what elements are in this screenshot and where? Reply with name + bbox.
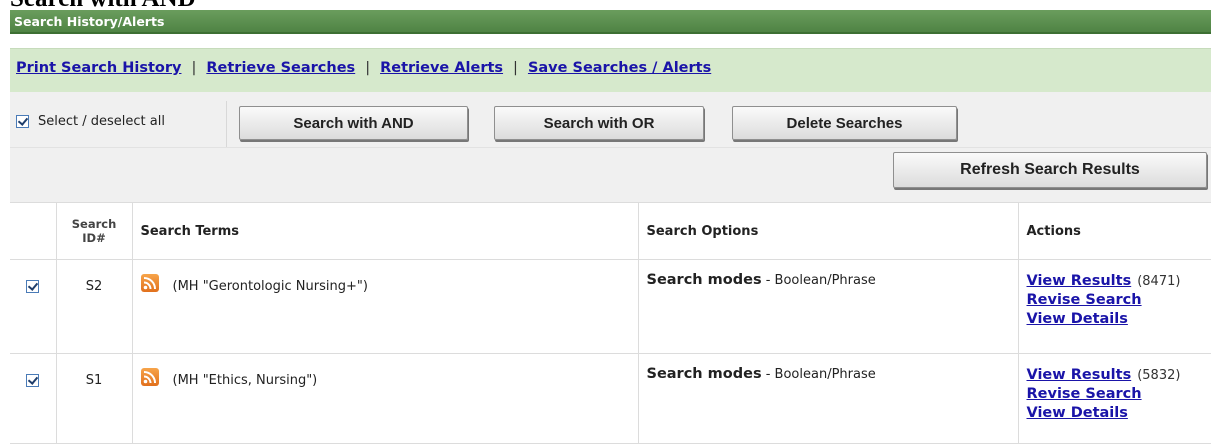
row-search-terms: (MH "Gerontologic Nursing+") xyxy=(132,259,639,354)
rss-feed-icon[interactable] xyxy=(140,368,159,386)
retrieve-searches-link[interactable]: Retrieve Searches xyxy=(206,60,355,76)
search-modes-label: Search modes xyxy=(646,272,762,288)
search-term-text: (MH "Gerontologic Nursing+") xyxy=(172,279,368,294)
search-modes-label: Search modes xyxy=(646,366,762,382)
table-row: S2 (MH "Gerontologic Nursing+") Search m… xyxy=(10,259,1211,354)
search-with-and-button[interactable]: Search with AND xyxy=(239,106,468,140)
select-all-label: Select / deselect all xyxy=(38,113,165,129)
view-results-link[interactable]: View Results xyxy=(1027,367,1132,383)
view-details-link[interactable]: View Details xyxy=(1027,311,1128,327)
search-history-table: Search ID# Search Terms Search Options A… xyxy=(10,202,1211,444)
row-search-id: S1 xyxy=(56,353,133,444)
header-actions: Actions xyxy=(1018,202,1211,260)
select-all[interactable]: Select / deselect all xyxy=(16,110,165,132)
link-list: Print Search History | Retrieve Searches | R… xyxy=(16,60,711,76)
panel-header: Search History/Alerts xyxy=(10,10,1211,34)
search-modes-value: - Boolean/Phrase xyxy=(765,273,876,288)
table-row: S1 (MH "Ethics, Nursing") Search modes -… xyxy=(10,353,1211,444)
link-separator: | xyxy=(365,60,371,76)
delete-searches-button[interactable]: Delete Searches xyxy=(732,106,957,140)
link-bar: Print Search History | Retrieve Searches | R… xyxy=(10,48,1211,92)
toolbar-divider xyxy=(10,147,1211,148)
link-separator: | xyxy=(191,60,197,76)
header-search-terms: Search Terms xyxy=(132,202,639,260)
row-search-terms: (MH "Ethics, Nursing") xyxy=(132,353,639,444)
toolbar-separator xyxy=(226,101,227,147)
result-count: (8471) xyxy=(1137,274,1181,289)
row-actions: View Results (8471) Revise Search View De… xyxy=(1018,259,1211,354)
row-search-options: Search modes - Boolean/Phrase xyxy=(638,259,1019,354)
header-checkbox-col xyxy=(10,202,57,260)
row-actions: View Results (5832) Revise Search View De… xyxy=(1018,353,1211,444)
view-results-link[interactable]: View Results xyxy=(1027,273,1132,289)
row-checkbox-cell xyxy=(10,259,57,354)
view-details-link[interactable]: View Details xyxy=(1027,405,1128,421)
retrieve-alerts-link[interactable]: Retrieve Alerts xyxy=(380,60,503,76)
header-search-id-line2: ID# xyxy=(82,231,106,245)
revise-search-link[interactable]: Revise Search xyxy=(1027,292,1142,308)
search-modes-value: - Boolean/Phrase xyxy=(765,367,876,382)
header-search-id-line1: Search xyxy=(71,217,117,231)
header-search-id: Search ID# xyxy=(56,202,133,260)
select-all-checkbox[interactable] xyxy=(16,114,29,128)
table-header-row: Search ID# Search Terms Search Options A… xyxy=(10,202,1211,260)
panel-title: Search History/Alerts xyxy=(14,14,165,29)
row-search-options: Search modes - Boolean/Phrase xyxy=(638,353,1019,444)
refresh-search-results-button[interactable]: Refresh Search Results xyxy=(893,152,1207,188)
revise-search-link[interactable]: Revise Search xyxy=(1027,386,1142,402)
save-searches-alerts-link[interactable]: Save Searches / Alerts xyxy=(528,60,711,76)
result-count: (5832) xyxy=(1137,368,1181,383)
search-term-text: (MH "Ethics, Nursing") xyxy=(172,373,318,388)
rss-feed-icon[interactable] xyxy=(140,274,159,292)
header-search-options: Search Options xyxy=(638,202,1019,260)
search-with-or-button[interactable]: Search with OR xyxy=(494,106,704,140)
row-checkbox[interactable] xyxy=(26,280,40,293)
link-separator: | xyxy=(513,60,518,76)
print-search-history-link[interactable]: Print Search History xyxy=(16,60,181,76)
row-checkbox[interactable] xyxy=(26,374,40,387)
row-search-id: S2 xyxy=(56,259,133,354)
row-checkbox-cell xyxy=(10,353,57,444)
